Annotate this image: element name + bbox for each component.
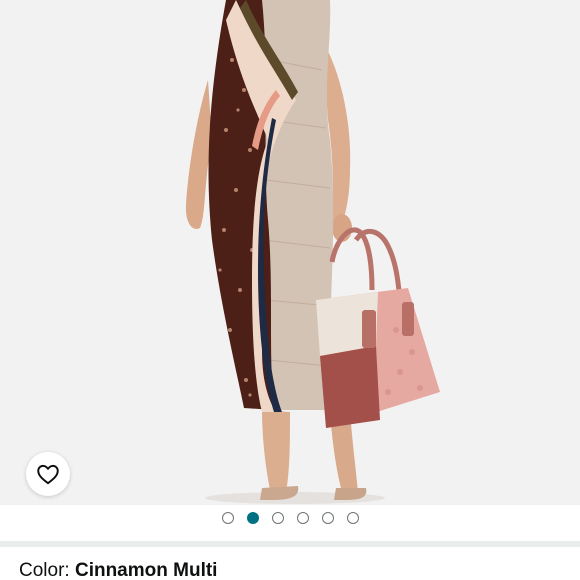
carousel-pagination <box>0 510 580 526</box>
carousel-dot-5[interactable] <box>321 512 334 524</box>
color-value: Cinnamon Multi <box>74 560 218 580</box>
carousel-dot-6[interactable] <box>346 512 359 524</box>
wishlist-button[interactable] <box>26 452 70 496</box>
color-variation: Color: Cinnamon Multi <box>19 560 217 580</box>
carousel-dot-1[interactable] <box>221 512 234 524</box>
carousel-dot-3[interactable] <box>271 512 284 524</box>
color-label: Color: <box>19 560 75 580</box>
product-photo <box>0 0 580 505</box>
product-image-carousel[interactable] <box>0 0 580 505</box>
section-divider <box>0 541 580 547</box>
carousel-dot-4[interactable] <box>296 512 309 524</box>
heart-outline-icon <box>37 464 59 485</box>
carousel-dot-2-active[interactable] <box>246 512 259 524</box>
